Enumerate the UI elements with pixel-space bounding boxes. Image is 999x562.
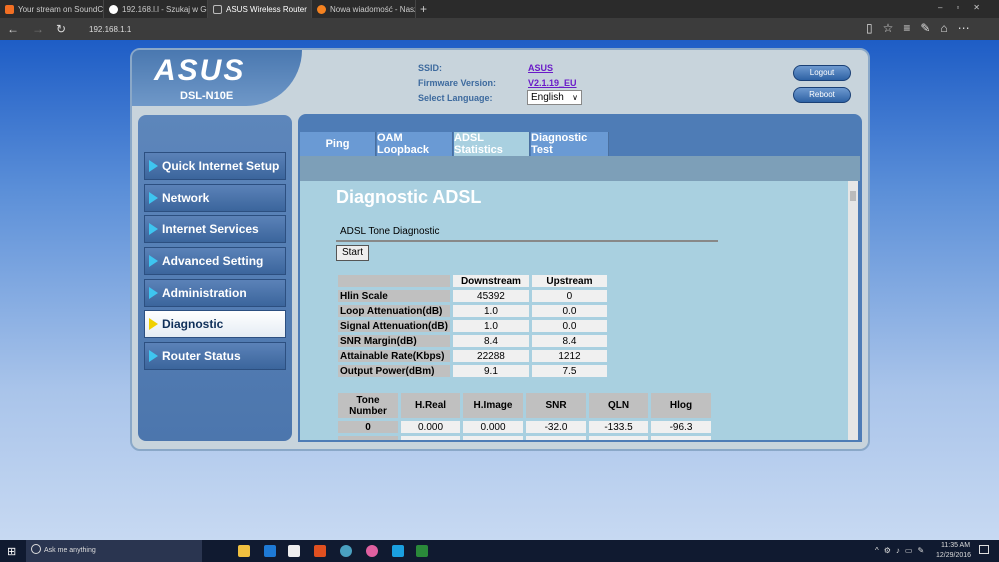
start-button[interactable]: Start bbox=[336, 245, 369, 261]
new-tab-button[interactable]: + bbox=[420, 2, 427, 16]
language-select[interactable]: English ∨ bbox=[527, 90, 582, 105]
col-downstream: Downstream bbox=[452, 275, 529, 287]
soundcloud-icon bbox=[5, 4, 14, 14]
arrow-icon bbox=[149, 287, 158, 299]
window-controls[interactable]: –▫✕ bbox=[938, 3, 994, 12]
skype-icon[interactable] bbox=[392, 545, 404, 557]
ssid-label: SSID: bbox=[418, 63, 443, 73]
reboot-button[interactable]: Reboot bbox=[793, 87, 851, 103]
scroll-thumb[interactable] bbox=[850, 191, 856, 201]
refresh-icon[interactable]: ↻ bbox=[56, 22, 66, 36]
tab-diagnostic-test[interactable]: Diagnostic Test bbox=[531, 132, 609, 156]
clock-time: 11:35 AM bbox=[941, 542, 971, 549]
scrollbar[interactable] bbox=[848, 181, 858, 440]
taskbar: ⊞ Ask me anything ^⚙♪▭✎ 11:35 AM 12/29/2… bbox=[0, 540, 999, 562]
divider bbox=[336, 240, 718, 242]
back-icon[interactable]: ← bbox=[7, 22, 19, 36]
google-icon bbox=[109, 4, 118, 14]
arrow-icon bbox=[149, 255, 158, 267]
arrow-icon bbox=[149, 318, 158, 330]
menu-router-status[interactable]: Router Status bbox=[144, 342, 286, 370]
table-row: Hlin Scale 45392 0 bbox=[338, 290, 607, 302]
app-icon[interactable] bbox=[366, 545, 378, 557]
table-row: Loop Attenuation(dB) 1.0 0.0 bbox=[338, 305, 607, 317]
sub-bar bbox=[300, 156, 860, 181]
tab-adsl-statistics[interactable]: ADSL Statistics bbox=[454, 132, 530, 156]
browser-tab-active[interactable]: ASUS Wireless Router✕ bbox=[208, 0, 312, 18]
asus-logo: ASUS bbox=[154, 54, 246, 87]
page-icon bbox=[213, 4, 222, 14]
table-row: Output Power(dBm) 9.1 7.5 bbox=[338, 365, 607, 377]
menu-diagnostic[interactable]: Diagnostic bbox=[144, 310, 286, 338]
address-bar: ← → ↻ 192.168.1.1 ▯☆≡✎⌂⋯ bbox=[0, 18, 999, 40]
browser-tab[interactable]: 192.168.l.l - Szukaj w Googl bbox=[104, 0, 208, 18]
file-explorer-icon[interactable] bbox=[238, 545, 250, 557]
url-input[interactable]: 192.168.1.1 bbox=[89, 25, 131, 34]
arrow-icon bbox=[149, 160, 158, 172]
menu-network[interactable]: Network bbox=[144, 184, 286, 212]
browser-tab-bar: Your stream on SoundClou 192.168.l.l - S… bbox=[0, 0, 999, 18]
chevron-down-icon: ∨ bbox=[572, 93, 578, 102]
arrow-icon bbox=[149, 223, 158, 235]
tab-oam-loopback[interactable]: OAM Loopback bbox=[377, 132, 453, 156]
menu-internet-services[interactable]: Internet Services bbox=[144, 215, 286, 243]
page-title: Diagnostic ADSL bbox=[336, 187, 482, 207]
notification-icon[interactable] bbox=[979, 545, 989, 554]
table-row: Attainable Rate(Kbps) 22288 1212 bbox=[338, 350, 607, 362]
tab-ping[interactable]: Ping bbox=[300, 132, 376, 156]
tray-icons[interactable]: ^⚙♪▭✎ bbox=[875, 546, 929, 555]
stats-table: Downstream Upstream Hlin Scale 45392 0 Loop… bbox=[335, 272, 610, 380]
tone-table: Tone Number H.Real H.Image SNR QLN Hlog 0 0.00… bbox=[335, 390, 714, 440]
app-icon[interactable] bbox=[416, 545, 428, 557]
mail-icon bbox=[317, 4, 326, 14]
media-icon[interactable] bbox=[314, 545, 326, 557]
windows-start-icon[interactable]: ⊞ bbox=[7, 545, 16, 558]
language-label: Select Language: bbox=[418, 93, 493, 103]
ssid-link[interactable]: ASUS bbox=[528, 63, 553, 73]
col-upstream: Upstream bbox=[531, 275, 607, 287]
firmware-link[interactable]: V2.1.19_EU bbox=[528, 78, 577, 88]
arrow-icon bbox=[149, 350, 158, 362]
content-area: Diagnostic ADSL ADSL Tone Diagnostic Sta… bbox=[300, 181, 848, 440]
toolbar-icons[interactable]: ▯☆≡✎⌂⋯ bbox=[866, 21, 980, 35]
arrow-icon bbox=[149, 192, 158, 204]
menu-advanced-setting[interactable]: Advanced Setting bbox=[144, 247, 286, 275]
menu-administration[interactable]: Administration bbox=[144, 279, 286, 307]
logout-button[interactable]: Logout bbox=[793, 65, 851, 81]
table-row: 0 0.000 0.000 -32.0 -133.5 -96.3 bbox=[338, 421, 711, 433]
browser-tab[interactable]: Nowa wiadomość - Nasz Oı bbox=[312, 0, 416, 18]
forward-icon[interactable]: → bbox=[32, 22, 44, 36]
store-icon[interactable] bbox=[288, 545, 300, 557]
browser-tab[interactable]: Your stream on SoundClou bbox=[0, 0, 104, 18]
menu-quick-internet-setup[interactable]: Quick Internet Setup bbox=[144, 152, 286, 180]
app-icon[interactable] bbox=[340, 545, 352, 557]
search-box[interactable]: Ask me anything bbox=[26, 540, 202, 562]
model-name: DSL-N10E bbox=[180, 90, 234, 102]
clock-date: 12/29/2016 bbox=[936, 552, 972, 559]
firmware-label: Firmware Version: bbox=[418, 78, 497, 88]
edge-icon[interactable] bbox=[264, 545, 276, 557]
section-title: ADSL Tone Diagnostic bbox=[340, 226, 440, 237]
table-row: Signal Attenuation(dB) 1.0 0.0 bbox=[338, 320, 607, 332]
search-icon bbox=[31, 544, 41, 554]
table-row: SNR Margin(dB) 8.4 8.4 bbox=[338, 335, 607, 347]
